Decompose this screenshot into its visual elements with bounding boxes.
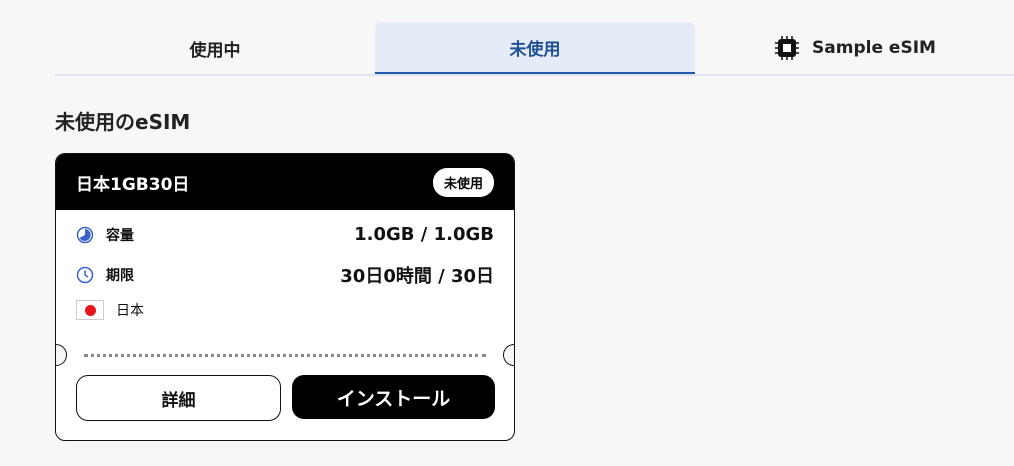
ticket-notch-left	[56, 344, 67, 366]
period-row: 期限 30日0時間 / 30日	[76, 262, 494, 288]
tab-bar: 使用中 未使用 Sample eSIM	[55, 22, 1014, 76]
capacity-label: 容量	[106, 227, 134, 244]
japan-flag-icon	[76, 300, 104, 320]
period-label: 期限	[106, 268, 134, 284]
country-name: 日本	[116, 303, 144, 319]
tab-in-use[interactable]: 使用中	[55, 22, 375, 74]
chip-icon	[774, 35, 800, 61]
tab-sample-esim-label: Sample eSIM	[812, 38, 936, 58]
clock-icon	[76, 266, 94, 284]
pie-icon	[76, 226, 94, 243]
capacity-value: 1.0GB / 1.0GB	[354, 224, 494, 245]
tab-sample-esim[interactable]: Sample eSIM	[695, 22, 1014, 74]
tab-in-use-label: 使用中	[189, 40, 241, 61]
plan-name: 日本1GB30日	[76, 174, 190, 195]
divider	[84, 354, 486, 357]
card-header: 日本1GB30日 未使用	[56, 154, 514, 210]
tab-unused-label: 未使用	[509, 39, 561, 60]
ticket-notch-right	[503, 344, 514, 366]
esim-card: 日本1GB30日 未使用 容量 1.0GB / 1.0GB 期限 30日0時間 …	[55, 153, 515, 441]
country-row: 日本	[76, 300, 494, 320]
period-value: 30日0時間 / 30日	[340, 266, 494, 287]
install-button[interactable]: インストール	[292, 375, 495, 419]
status-badge: 未使用	[432, 167, 494, 197]
section-title: 未使用のeSIM	[55, 110, 191, 134]
capacity-row: 容量 1.0GB / 1.0GB	[76, 224, 494, 245]
detail-button[interactable]: 詳細	[76, 375, 281, 421]
tab-unused[interactable]: 未使用	[375, 22, 695, 74]
